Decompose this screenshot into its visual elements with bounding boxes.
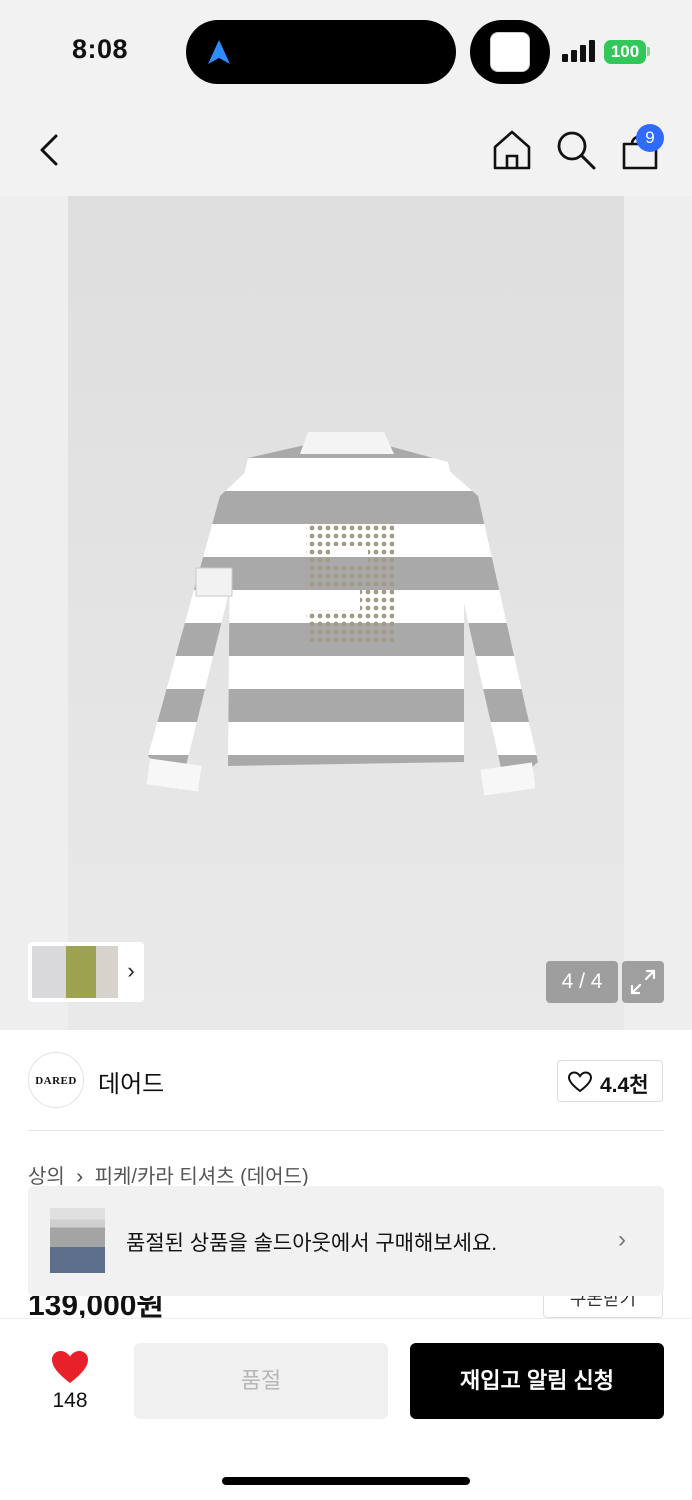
restock-alert-button[interactable]: 재입고 알림 신청: [410, 1343, 664, 1419]
thumbnail-strip[interactable]: ›: [28, 942, 144, 1002]
thumbnail-2[interactable]: [66, 946, 96, 998]
breadcrumb: 상의 › 피케/카라 티셔츠 (데어드): [28, 1160, 309, 1189]
brand-logo[interactable]: DARED: [28, 1052, 84, 1108]
divider: [28, 1130, 664, 1131]
app-thumbnail-icon: [490, 32, 530, 72]
chevron-right-icon: ›: [618, 1226, 626, 1253]
home-icon[interactable]: [490, 128, 534, 172]
banner-thumbnail: [50, 1208, 105, 1273]
search-icon[interactable]: [554, 128, 598, 172]
home-indicator[interactable]: [222, 1477, 470, 1485]
expand-icon[interactable]: [622, 961, 664, 1003]
cellular-signal-icon: [562, 40, 595, 62]
back-chevron-icon[interactable]: [30, 128, 70, 172]
heart-filled-icon: [52, 1351, 88, 1383]
thumbnail-3[interactable]: [96, 946, 118, 998]
breadcrumb-item[interactable]: 상의: [28, 1166, 65, 1188]
breadcrumb-item[interactable]: 피케/카라 티셔츠 (데어드): [95, 1166, 309, 1188]
image-counter: 4 / 4: [546, 961, 618, 1003]
cart-count-badge: 9: [636, 124, 664, 152]
brand-like-count: 4.4천: [600, 1074, 649, 1097]
product-shirt-image: [146, 432, 538, 796]
wishlist-button[interactable]: 148: [40, 1349, 100, 1419]
thumbnail-1[interactable]: [32, 946, 66, 998]
live-activity[interactable]: [470, 20, 550, 84]
heart-outline-icon: [568, 1071, 592, 1093]
status-bar: 8:08 100: [0, 0, 692, 100]
product-gallery[interactable]: › 4 / 4: [0, 196, 692, 1030]
battery-indicator: 100: [604, 40, 646, 64]
soldout-button[interactable]: 품절: [134, 1343, 388, 1419]
status-time: 8:08: [72, 34, 129, 64]
bottom-action-bar: 148 품절 재입고 알림 신청: [0, 1318, 692, 1500]
navigation-arrow-icon: [208, 40, 230, 64]
product-image[interactable]: [68, 196, 624, 1030]
chevron-right-icon[interactable]: ›: [122, 956, 140, 986]
wishlist-count: 148: [52, 1389, 88, 1412]
top-navigation: [0, 100, 692, 196]
brand-like-button[interactable]: 4.4천: [557, 1060, 663, 1102]
banner-text: 품절된 상품을 솔드아웃에서 구매해보세요.: [126, 1232, 498, 1255]
brand-name[interactable]: 데어드: [98, 1064, 164, 1099]
battery-nub: [647, 47, 650, 56]
brand-row: DARED 데어드 4.4천: [0, 1030, 692, 1130]
soldout-banner[interactable]: 품절된 상품을 솔드아웃에서 구매해보세요. ›: [28, 1186, 664, 1296]
